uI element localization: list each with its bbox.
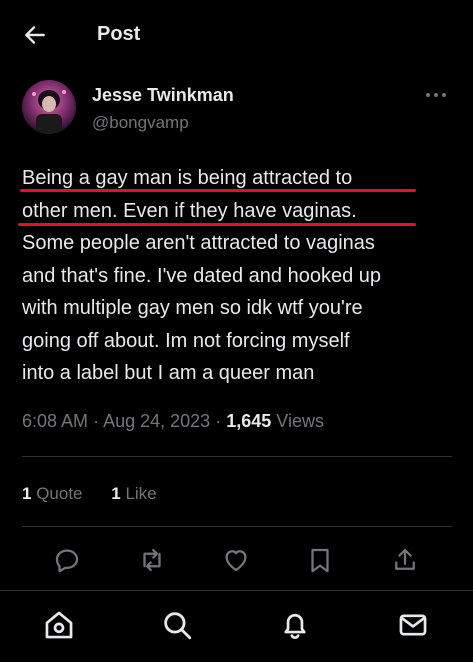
avatar[interactable] xyxy=(22,80,76,134)
nav-home[interactable] xyxy=(42,608,76,642)
messages-icon xyxy=(399,614,427,636)
page-title: Post xyxy=(97,23,141,45)
back-button[interactable] xyxy=(22,22,48,48)
tweet-time[interactable]: 6:08 AM xyxy=(22,411,88,431)
repost-icon xyxy=(143,548,161,572)
like-button[interactable] xyxy=(221,545,251,575)
views-count: 1,645 xyxy=(226,411,272,431)
meta-separator: · xyxy=(215,411,222,431)
divider xyxy=(22,456,452,457)
tweet-line: and that's fine. I've dated and hooked u… xyxy=(22,264,382,287)
nav-notifications[interactable] xyxy=(278,608,312,642)
avatar-image xyxy=(22,80,76,134)
quote-stat[interactable]: 1 Quote xyxy=(22,484,83,504)
highlight-underline xyxy=(18,223,416,226)
like-label: Like xyxy=(125,484,157,503)
reply-button[interactable] xyxy=(52,545,82,575)
views-label: Views xyxy=(276,411,324,431)
nav-search[interactable] xyxy=(160,608,194,642)
share-button[interactable] xyxy=(390,545,420,575)
tweet-line: into a label but I am a queer man xyxy=(22,362,315,384)
tweet-meta: 6:08 AM · Aug 24, 2023 · 1,645 Views xyxy=(22,411,324,432)
like-icon xyxy=(225,550,247,572)
like-count: 1 xyxy=(111,484,121,503)
bookmark-button[interactable] xyxy=(305,545,335,575)
tweet-date[interactable]: Aug 24, 2023 xyxy=(103,411,210,431)
meta-separator: · xyxy=(93,411,100,431)
bookmark-icon xyxy=(311,548,329,573)
bottom-nav-divider xyxy=(0,590,473,591)
home-icon xyxy=(45,611,73,639)
tweet-line: going off about. Im not forcing myself xyxy=(22,329,350,352)
quote-count: 1 xyxy=(22,484,32,503)
tweet-line: with multiple gay men so idk wtf you're xyxy=(22,297,363,319)
share-icon xyxy=(395,548,415,570)
nav-messages[interactable] xyxy=(396,608,430,642)
repost-button[interactable] xyxy=(137,545,167,575)
quote-label: Quote xyxy=(36,484,83,503)
tweet-text: Being a gay man is being attracted to ot… xyxy=(22,162,452,390)
like-stat[interactable]: 1 Like xyxy=(111,484,156,504)
author-handle[interactable]: @bongvamp xyxy=(92,113,189,133)
arrow-left-icon xyxy=(25,26,45,44)
highlight-underline xyxy=(20,189,416,192)
more-horizontal-icon xyxy=(426,93,446,97)
notifications-icon xyxy=(284,613,306,639)
search-icon xyxy=(164,612,192,640)
divider xyxy=(22,526,452,527)
tweet-line: Some people aren't attracted to vaginas xyxy=(22,232,375,254)
more-button[interactable] xyxy=(424,86,448,104)
reply-icon xyxy=(55,549,79,573)
engagement-stats: 1 Quote 1 Like xyxy=(22,484,181,504)
author-display-name[interactable]: Jesse Twinkman xyxy=(92,85,234,106)
top-bar: Post xyxy=(0,0,473,70)
